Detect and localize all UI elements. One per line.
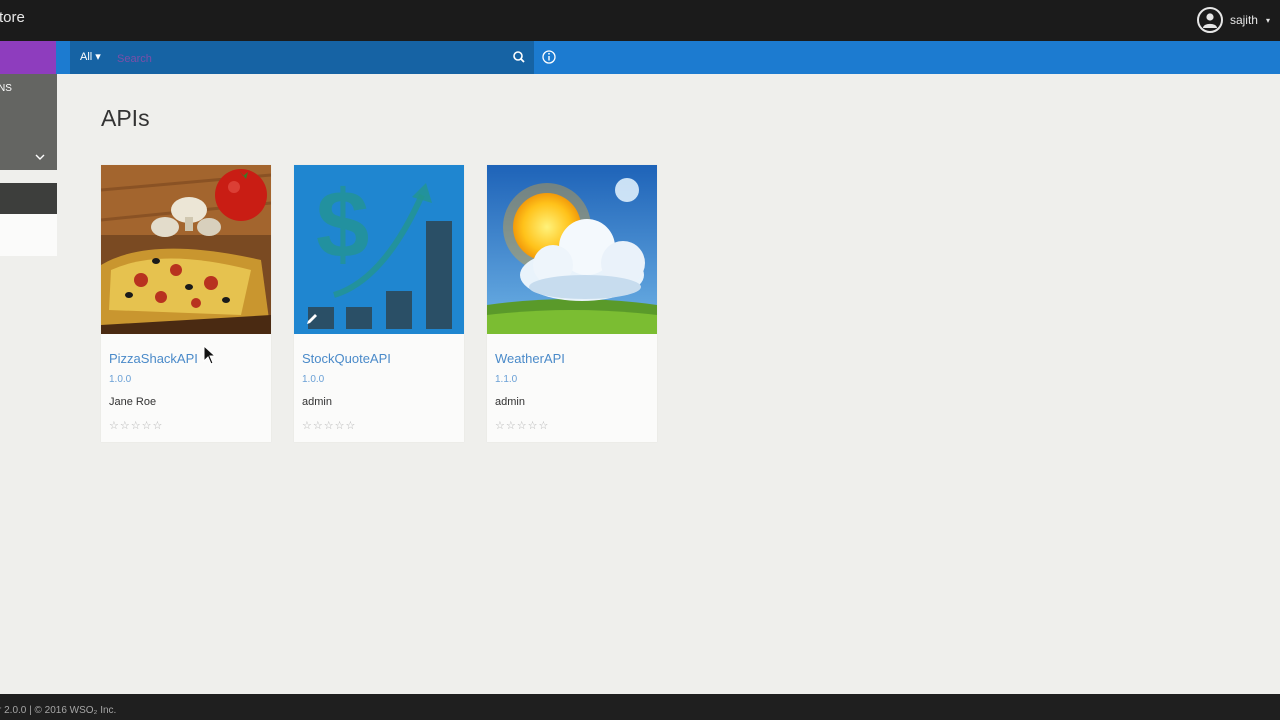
api-owner: Jane Roe bbox=[109, 396, 157, 408]
edit-icon[interactable] bbox=[304, 311, 320, 327]
rating-stars[interactable]: ☆☆☆☆☆ bbox=[302, 419, 356, 432]
api-name[interactable]: WeatherAPI bbox=[495, 351, 565, 366]
info-icon[interactable] bbox=[541, 49, 557, 65]
app-title[interactable]: tore bbox=[0, 9, 25, 26]
api-owner: admin bbox=[495, 396, 525, 408]
api-card[interactable]: WeatherAPI 1.1.0 admin ☆☆☆☆☆ bbox=[487, 165, 657, 442]
sidebar-label[interactable]: NS bbox=[0, 83, 12, 94]
page-title: APIs bbox=[101, 105, 150, 131]
api-owner: admin bbox=[302, 396, 332, 408]
api-version: 1.1.0 bbox=[495, 374, 518, 385]
user-name: sajith bbox=[1229, 13, 1258, 27]
user-avatar-icon bbox=[1196, 7, 1223, 33]
caret-down-icon: ▾ bbox=[1265, 15, 1270, 25]
sidebar-item-active[interactable] bbox=[0, 183, 57, 214]
api-card[interactable]: PizzaShackAPI 1.0.0 Jane Roe ☆☆☆☆☆ bbox=[101, 165, 271, 442]
weather-thumbnail bbox=[487, 165, 657, 334]
api-card[interactable]: $ StockQuoteAPI 1.0.0 admin ☆☆☆☆☆ bbox=[294, 165, 464, 442]
search-icon[interactable] bbox=[511, 49, 527, 65]
sidebar-item[interactable] bbox=[0, 214, 57, 256]
chevron-down-icon[interactable] bbox=[35, 148, 45, 160]
mouse-cursor-icon bbox=[203, 345, 217, 365]
svg-text:$: $ bbox=[316, 171, 369, 278]
search-box: All ▾ bbox=[70, 41, 534, 74]
search-scope-dropdown[interactable]: All ▾ bbox=[80, 50, 101, 63]
footer-text: r 2.0.0 | © 2016 WSO₂ Inc. bbox=[0, 705, 117, 716]
api-version: 1.0.0 bbox=[302, 374, 325, 385]
rating-stars[interactable]: ☆☆☆☆☆ bbox=[495, 419, 549, 432]
search-bar: All ▾ bbox=[0, 41, 1280, 74]
sidebar-toggle[interactable] bbox=[0, 41, 56, 74]
user-menu[interactable]: sajith ▾ bbox=[1196, 5, 1270, 35]
sidebar-panel: NS bbox=[0, 74, 57, 170]
search-input[interactable] bbox=[115, 47, 509, 70]
footer: r 2.0.0 | © 2016 WSO₂ Inc. bbox=[0, 694, 1280, 720]
pizza-thumbnail bbox=[101, 165, 271, 334]
sidebar: NS bbox=[0, 74, 57, 694]
top-header: tore sajith ▾ bbox=[0, 0, 1280, 41]
api-name[interactable]: StockQuoteAPI bbox=[302, 351, 391, 366]
stock-chart-thumbnail: $ bbox=[294, 165, 464, 334]
api-version: 1.0.0 bbox=[109, 374, 132, 385]
rating-stars[interactable]: ☆☆☆☆☆ bbox=[109, 419, 163, 432]
api-name[interactable]: PizzaShackAPI bbox=[109, 351, 198, 366]
